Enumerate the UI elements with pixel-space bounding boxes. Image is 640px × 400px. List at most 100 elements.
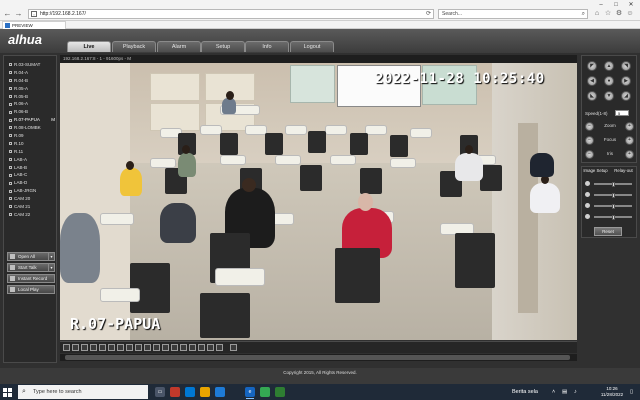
channel-item[interactable]: R.06-A: [5, 100, 57, 108]
ptz-up-left-button[interactable]: ◤: [587, 61, 597, 71]
stream-select-icon[interactable]: [230, 344, 237, 351]
iris-open-button[interactable]: +: [625, 150, 634, 159]
forward-icon[interactable]: →: [14, 9, 23, 18]
gear-icon[interactable]: ⚙: [615, 9, 623, 18]
channel-item[interactable]: LAB-D: [5, 179, 57, 187]
instant-record-button[interactable]: Instant Record: [7, 274, 55, 283]
app-icon[interactable]: [275, 387, 285, 397]
layout-custom-icon[interactable]: [171, 344, 178, 351]
mail-icon[interactable]: [185, 387, 195, 397]
slider-knob[interactable]: [611, 182, 615, 187]
brightness-slider[interactable]: [585, 181, 635, 187]
saturation-slider[interactable]: [585, 203, 635, 209]
channel-item[interactable]: R.10: [5, 140, 57, 148]
ptz-center-button[interactable]: ●: [604, 76, 614, 86]
store-icon[interactable]: [215, 387, 225, 397]
fullscreen-icon[interactable]: [216, 344, 223, 351]
slider-knob[interactable]: [611, 204, 615, 209]
iris-close-button[interactable]: −: [585, 150, 594, 159]
channel-item[interactable]: CAM 20: [5, 195, 57, 203]
channel-item[interactable]: R.05-A: [5, 85, 57, 93]
volume-icon[interactable]: ♪: [574, 388, 577, 396]
layout-36-icon[interactable]: [108, 344, 115, 351]
slider-knob[interactable]: [611, 215, 615, 220]
channel-item[interactable]: R.08-LOMBK: [5, 124, 57, 132]
back-icon[interactable]: ←: [3, 9, 12, 18]
layout-custom-icon[interactable]: [144, 344, 151, 351]
local-play-button[interactable]: Local Play: [7, 285, 55, 294]
ptz-down-button[interactable]: ▼: [604, 91, 614, 101]
slider-track[interactable]: [594, 193, 632, 198]
layout-custom-icon[interactable]: [180, 344, 187, 351]
layout-custom-icon[interactable]: [117, 344, 124, 351]
channel-item-selected[interactable]: R.07-PAPUA M: [5, 116, 57, 124]
star-icon[interactable]: ☆: [604, 9, 612, 18]
ptz-up-button[interactable]: ▲: [604, 61, 614, 71]
channel-item[interactable]: R.11: [5, 148, 57, 156]
slider-track[interactable]: [594, 215, 632, 220]
ptz-left-button[interactable]: ◀: [587, 76, 597, 86]
video-scrollbar[interactable]: [60, 354, 577, 361]
app-icon[interactable]: [170, 387, 180, 397]
taskbar-clock[interactable]: 10:26 11/28/2022: [597, 386, 627, 398]
focus-near-button[interactable]: −: [585, 136, 594, 145]
contrast-slider[interactable]: [585, 192, 635, 198]
nav-info[interactable]: Info: [245, 41, 289, 52]
channel-item[interactable]: LAB-A: [5, 156, 57, 164]
ptz-up-right-button[interactable]: ◥: [621, 61, 631, 71]
file-explorer-icon[interactable]: [200, 387, 210, 397]
channel-item[interactable]: LAB-B: [5, 164, 57, 172]
edge-icon[interactable]: e: [245, 387, 255, 399]
ptz-down-right-button[interactable]: ◢: [621, 91, 631, 101]
slider-track[interactable]: [594, 204, 632, 209]
channel-item[interactable]: R.05-B: [5, 93, 57, 101]
channel-item[interactable]: R.09: [5, 132, 57, 140]
maximize-icon[interactable]: □: [611, 2, 621, 8]
slider-knob[interactable]: [611, 193, 615, 198]
channel-item[interactable]: R.03-SUMAT: [5, 61, 57, 69]
refresh-icon[interactable]: ⟳: [426, 10, 431, 18]
close-icon[interactable]: ✕: [626, 2, 636, 8]
layout-custom-icon[interactable]: [135, 344, 142, 351]
layout-16-icon[interactable]: [90, 344, 97, 351]
nav-setup[interactable]: Setup: [201, 41, 245, 52]
layout-custom-icon[interactable]: [153, 344, 160, 351]
channel-item[interactable]: R.04-B: [5, 77, 57, 85]
zoom-out-button[interactable]: −: [585, 122, 594, 131]
video-viewport[interactable]: 192.168.2.167:8 - 1 - 91600ps - M 2022-1…: [60, 55, 577, 340]
layout-custom-icon[interactable]: [162, 344, 169, 351]
layout-custom-icon[interactable]: [126, 344, 133, 351]
layout-25-icon[interactable]: [99, 344, 106, 351]
channel-item[interactable]: R.04-A: [5, 69, 57, 77]
channel-item[interactable]: CAM 21: [5, 203, 57, 211]
task-view-icon[interactable]: ▭: [155, 387, 165, 397]
news-widget[interactable]: Berita sela: [512, 388, 538, 396]
layout-1-icon[interactable]: [63, 344, 70, 351]
nav-playback[interactable]: Playback: [112, 41, 156, 52]
open-all-button[interactable]: Open All ▾: [7, 252, 55, 261]
layout-custom-icon[interactable]: [189, 344, 196, 351]
fullscreen-icon[interactable]: [207, 344, 214, 351]
nav-logout[interactable]: Logout: [290, 41, 334, 52]
tab-image-setup[interactable]: Image Setup: [582, 167, 609, 175]
search-box[interactable]: Search... ⌕: [438, 9, 588, 19]
home-icon[interactable]: ⌂: [593, 9, 601, 18]
layout-4-icon[interactable]: [72, 344, 79, 351]
ptz-right-button[interactable]: ▶: [621, 76, 631, 86]
chevron-down-icon[interactable]: ▾: [48, 253, 54, 260]
browser-tab[interactable]: PREVIEW: [2, 21, 66, 29]
minimize-icon[interactable]: –: [596, 2, 606, 8]
notification-icon[interactable]: ▯: [630, 388, 633, 396]
network-icon[interactable]: ▤: [562, 388, 567, 396]
slider-track[interactable]: [594, 182, 632, 187]
smiley-icon[interactable]: ☺: [626, 9, 634, 18]
nav-alarm[interactable]: Alarm: [157, 41, 201, 52]
channel-item[interactable]: R.06-B: [5, 108, 57, 116]
layout-custom-icon[interactable]: [198, 344, 205, 351]
address-url[interactable]: http://192.168.2.167/: [40, 11, 86, 18]
zoom-in-button[interactable]: +: [625, 122, 634, 131]
chevron-down-icon[interactable]: ▾: [48, 264, 54, 271]
channel-item[interactable]: LAB-JRGN: [5, 187, 57, 195]
layout-9-icon[interactable]: [81, 344, 88, 351]
focus-far-button[interactable]: +: [625, 136, 634, 145]
